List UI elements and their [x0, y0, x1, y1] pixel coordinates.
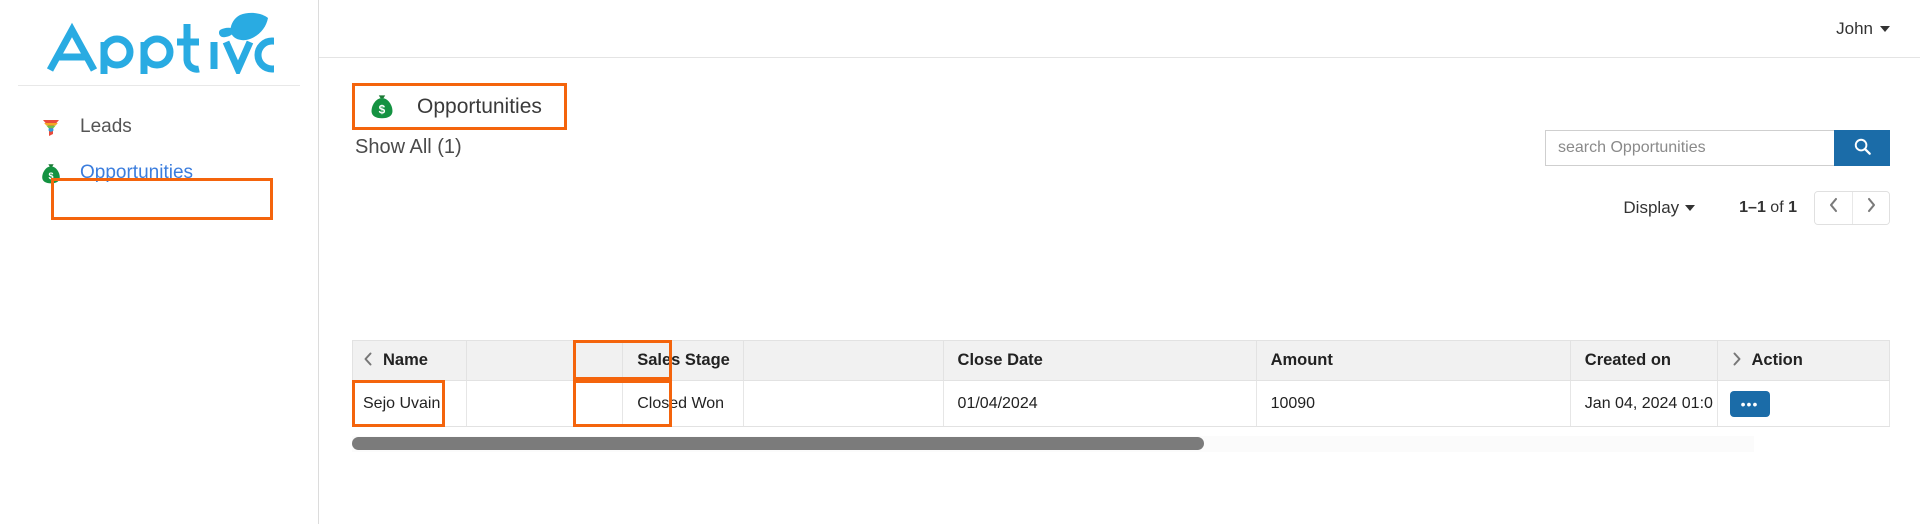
data-table-wrapper: Name Sales Stage Close Date Amount Creat… [352, 340, 1891, 427]
chevron-right-icon [1866, 197, 1877, 219]
content-area: $ Opportunities Show All (1) search Oppo… [319, 83, 1920, 452]
user-menu-button[interactable]: John [1836, 19, 1890, 39]
column-header-sales-stage[interactable]: Sales Stage [622, 340, 745, 381]
display-dropdown-button[interactable]: Display [1609, 191, 1709, 225]
svg-text:$: $ [379, 103, 386, 117]
pagination-range-total: 1 [1788, 199, 1797, 216]
topbar: John [319, 0, 1920, 58]
pagination-range: 1–1 of 1 [1739, 199, 1797, 217]
column-header-label: Name [383, 351, 428, 369]
app-root: Leads $ Opportunities John $ Opportuniti… [0, 0, 1920, 524]
brand-logo[interactable] [18, 0, 300, 86]
column-header-name[interactable]: Name [352, 340, 467, 381]
search-button[interactable] [1834, 130, 1890, 166]
pagination-range-current: 1–1 [1739, 199, 1766, 216]
pagination-controls [1814, 191, 1890, 225]
column-header-action[interactable]: Action [1717, 340, 1891, 381]
cell-close-date: 01/04/2024 [943, 380, 1257, 427]
table-header-row: Name Sales Stage Close Date Amount Creat… [352, 340, 1891, 381]
page-title-row: $ Opportunities [352, 83, 1890, 130]
cell-sales-stage: Closed Won [622, 380, 745, 427]
table-body: Sejo Uvain Closed Won 01/04/2024 10090 J… [352, 380, 1891, 427]
column-header-label: Amount [1270, 351, 1333, 369]
search-bar [1545, 130, 1890, 166]
cell-action: ••• [1717, 380, 1891, 427]
column-header-label: Created on [1584, 351, 1671, 369]
column-header-amount[interactable]: Amount [1256, 340, 1571, 381]
column-header-label: Sales Stage [637, 351, 730, 369]
cell-amount: 10090 [1256, 380, 1571, 427]
page-title-highlighted[interactable]: $ Opportunities [352, 83, 567, 130]
search-icon [1853, 137, 1872, 159]
sidebar-item-opportunities[interactable]: $ Opportunities [0, 150, 318, 196]
table-row[interactable]: Sejo Uvain Closed Won 01/04/2024 10090 J… [352, 380, 1891, 427]
chevron-right-icon[interactable] [1732, 352, 1742, 369]
opportunities-table: Name Sales Stage Close Date Amount Creat… [352, 340, 1891, 427]
main-area: John $ Opportunities Show All (1) search… [319, 0, 1920, 524]
chevron-down-icon [1880, 25, 1890, 32]
horizontal-scrollbar-track[interactable] [352, 436, 1754, 452]
column-header-blank-1[interactable] [466, 340, 624, 381]
svg-text:$: $ [48, 171, 53, 181]
funnel-icon [40, 116, 62, 138]
table-header: Name Sales Stage Close Date Amount Creat… [352, 340, 1891, 381]
column-header-created-on[interactable]: Created on [1570, 340, 1718, 381]
page-title: Opportunities [417, 94, 542, 118]
column-header-label: Close Date [957, 351, 1043, 369]
chevron-left-icon[interactable] [363, 352, 373, 369]
sidebar-item-leads[interactable]: Leads [0, 104, 318, 150]
display-label: Display [1623, 198, 1680, 217]
sidebar-item-label: Leads [80, 116, 132, 137]
sidebar-nav: Leads $ Opportunities [0, 86, 318, 196]
sidebar: Leads $ Opportunities [0, 0, 319, 524]
money-bag-icon: $ [369, 94, 395, 120]
table-toolbar: Display 1–1 of 1 [1609, 191, 1890, 225]
pagination-prev-button[interactable] [1815, 192, 1852, 224]
column-header-label: Action [1751, 351, 1803, 369]
user-menu-label: John [1836, 18, 1873, 38]
pagination-next-button[interactable] [1852, 192, 1889, 224]
horizontal-scrollbar-thumb[interactable] [352, 437, 1204, 450]
cell-created-on: Jan 04, 2024 01:0 [1570, 380, 1718, 427]
column-header-blank-2[interactable] [743, 340, 944, 381]
apptivo-logo-icon [46, 12, 274, 74]
cell-name[interactable]: Sejo Uvain [352, 380, 467, 427]
row-action-menu-button[interactable]: ••• [1729, 390, 1770, 417]
chevron-left-icon [1828, 197, 1839, 219]
pagination-range-of: of [1765, 199, 1789, 216]
search-input[interactable] [1545, 130, 1834, 166]
column-header-close-date[interactable]: Close Date [943, 340, 1257, 381]
money-bag-icon: $ [40, 162, 62, 184]
cell-blank-2 [743, 380, 944, 427]
chevron-down-icon [1685, 205, 1696, 211]
cell-blank-1 [466, 380, 624, 427]
sidebar-item-label: Opportunities [80, 162, 194, 183]
